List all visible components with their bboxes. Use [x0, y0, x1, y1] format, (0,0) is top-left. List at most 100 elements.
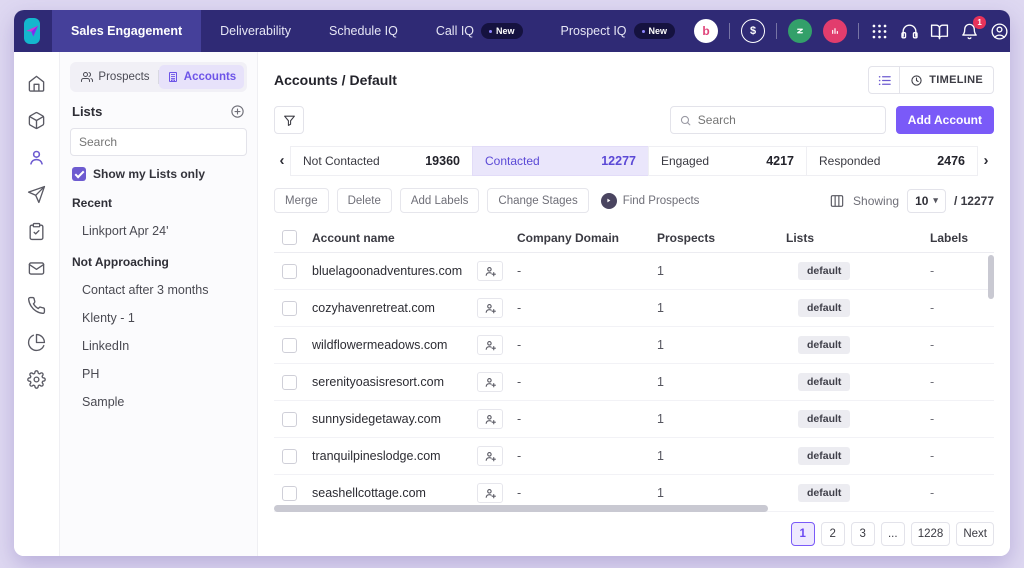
notifications-bell-icon[interactable]: 1 [960, 15, 987, 41]
brand-app-icon[interactable]: b [694, 19, 719, 43]
row-checkbox[interactable] [282, 263, 297, 279]
chevron-right-icon[interactable]: › [978, 146, 994, 176]
user-account-icon[interactable] [990, 22, 1009, 41]
sidebar-search-input[interactable] [79, 135, 238, 149]
dollar-icon[interactable]: $ [741, 19, 766, 43]
nav-call-iq[interactable]: Call IQ New [417, 10, 542, 52]
account-name[interactable]: bluelagoonadventures.com [312, 264, 462, 278]
change-stages-button[interactable]: Change Stages [487, 188, 589, 213]
total-count: / 12277 [953, 193, 994, 208]
prospects-value: 1 [657, 375, 664, 389]
list-badge[interactable]: default [798, 336, 851, 354]
row-checkbox[interactable] [282, 485, 297, 501]
account-prospects-button[interactable] [477, 372, 503, 392]
list-badge[interactable]: default [798, 262, 851, 280]
chevron-left-icon[interactable]: ‹ [274, 146, 290, 176]
account-prospects-button[interactable] [477, 335, 503, 355]
nav-schedule-iq[interactable]: Schedule IQ [310, 10, 417, 52]
account-name[interactable]: wildflowermeadows.com [312, 338, 447, 352]
red-chart-app-icon[interactable] [823, 19, 848, 43]
row-checkbox[interactable] [282, 300, 297, 316]
account-name[interactable]: seashellcottage.com [312, 486, 426, 500]
cadences-send-icon[interactable] [27, 185, 46, 204]
account-prospects-button[interactable] [477, 261, 503, 281]
account-name[interactable]: cozyhavenretreat.com [312, 301, 435, 315]
account-name[interactable]: tranquilpineslodge.com [312, 449, 441, 463]
settings-gear-icon[interactable] [27, 370, 46, 389]
company-domain-value: - [517, 486, 522, 500]
page-button-1228[interactable]: 1228 [910, 522, 951, 546]
page-button-3[interactable]: 3 [850, 522, 875, 546]
table-header: Account name Company Domain Prospects Li… [274, 223, 994, 253]
row-checkbox[interactable] [282, 411, 297, 427]
account-prospects-button[interactable] [477, 446, 503, 466]
row-checkbox[interactable] [282, 374, 297, 390]
page-button-1[interactable]: 1 [790, 522, 815, 546]
vertical-scrollbar[interactable] [988, 255, 994, 299]
row-checkbox[interactable] [282, 448, 297, 464]
find-prospects-button[interactable]: Find Prospects [600, 192, 699, 209]
horizontal-scrollbar[interactable] [274, 505, 768, 512]
list-badge[interactable]: default [798, 410, 851, 428]
list-badge[interactable]: default [798, 484, 851, 502]
nav-deliverability[interactable]: Deliverability [201, 10, 310, 52]
sidebar-list-item[interactable]: LinkedIn [70, 332, 247, 360]
products-package-icon[interactable] [27, 111, 46, 130]
sidebar-list-item[interactable]: Klenty - 1 [70, 304, 247, 332]
reports-pie-chart-icon[interactable] [27, 333, 46, 352]
brand-logo[interactable] [24, 18, 40, 44]
merge-button[interactable]: Merge [274, 188, 329, 213]
page-button-2[interactable]: 2 [820, 522, 845, 546]
delete-button[interactable]: Delete [336, 188, 392, 213]
add-labels-button[interactable]: Add Labels [399, 188, 480, 213]
prospects-person-icon[interactable] [27, 148, 46, 167]
sidebar-list-item[interactable]: PH [70, 360, 247, 388]
account-prospects-button[interactable] [477, 298, 503, 318]
next-page-button[interactable]: Next [956, 522, 994, 546]
mail-icon[interactable] [27, 259, 46, 278]
support-headset-icon[interactable] [900, 22, 919, 41]
stage-tab-not-contacted[interactable]: Not Contacted 19360 [290, 146, 472, 176]
calls-phone-icon[interactable] [27, 296, 46, 315]
nav-prospect-iq[interactable]: Prospect IQ New [542, 10, 695, 52]
sidebar-list-item[interactable]: Linkport Apr 24' [70, 217, 247, 245]
tab-prospects[interactable]: Prospects [73, 65, 158, 89]
add-list-icon[interactable] [230, 104, 245, 119]
labels-value: - [930, 449, 935, 463]
stage-tab-contacted[interactable]: Contacted 12277 [472, 146, 648, 176]
page-button-ellipsis[interactable]: ... [880, 522, 905, 546]
account-prospects-button[interactable] [477, 409, 503, 429]
lists-sidebar: Prospects Accounts Lists Show my Li [60, 52, 258, 556]
green-app-icon[interactable] [788, 19, 813, 43]
sidebar-list-item[interactable]: Contact after 3 months [70, 276, 247, 304]
home-icon[interactable] [27, 74, 46, 93]
list-badge[interactable]: default [798, 373, 851, 391]
accounts-search-input[interactable] [697, 113, 877, 127]
select-all-checkbox[interactable] [282, 230, 297, 245]
page-size-select[interactable]: 10 ▾ [907, 188, 946, 213]
knowledge-book-icon[interactable] [930, 22, 949, 41]
sidebar-list-item[interactable]: Sample [70, 388, 247, 416]
stage-tab-engaged[interactable]: Engaged 4217 [648, 146, 806, 176]
row-checkbox[interactable] [282, 337, 297, 353]
tasks-clipboard-icon[interactable] [27, 222, 46, 241]
list-badge[interactable]: default [798, 299, 851, 317]
account-name[interactable]: serenityoasisresort.com [312, 375, 444, 389]
nav-label: Deliverability [220, 24, 292, 38]
tab-accounts[interactable]: Accounts [159, 65, 244, 89]
clock-icon [911, 74, 922, 86]
account-name[interactable]: sunnysidegetaway.com [312, 412, 441, 426]
list-view-button[interactable] [868, 66, 901, 94]
account-prospects-button[interactable] [477, 483, 503, 503]
add-account-button[interactable]: Add Account [895, 106, 994, 134]
stage-tab-responded[interactable]: Responded 2476 [806, 146, 978, 176]
nav-sales-engagement[interactable]: Sales Engagement [52, 10, 202, 52]
filter-button[interactable] [274, 106, 304, 134]
columns-icon[interactable] [829, 193, 845, 209]
apps-grid-icon[interactable] [870, 22, 889, 41]
show-my-lists-checkbox[interactable] [72, 167, 86, 181]
labels-value: - [930, 412, 935, 426]
list-badge[interactable]: default [798, 447, 851, 465]
timeline-button[interactable]: TIMELINE [900, 66, 994, 94]
prospects-value: 1 [657, 486, 664, 500]
